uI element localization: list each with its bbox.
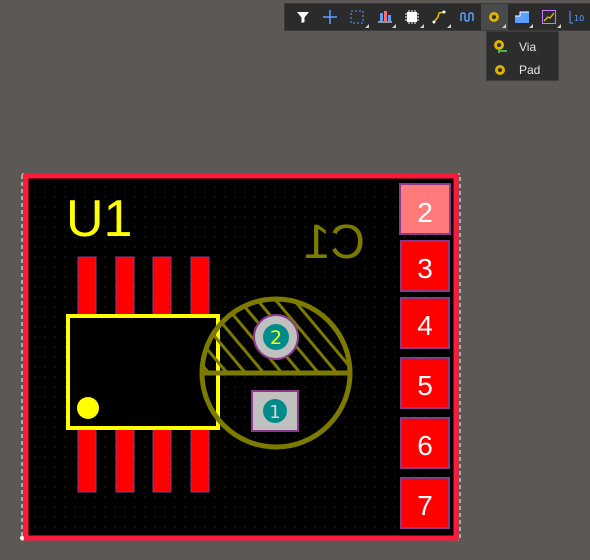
interactive-route-icon [460, 12, 474, 22]
menu-item-via-label: Via [519, 39, 537, 54]
string-button[interactable]: 10 [563, 4, 590, 30]
align-icon [377, 11, 392, 23]
pcb-toolbar: 10 [284, 3, 590, 31]
align-button[interactable] [371, 4, 398, 30]
header-pin-6[interactable]: 6 [400, 417, 450, 469]
graph-icon [541, 10, 556, 24]
pad-via-icon [489, 12, 500, 22]
c1-pad-2-label: 2 [270, 327, 282, 349]
route-button[interactable] [426, 4, 453, 30]
header-pin-5[interactable]: 5 [400, 357, 450, 409]
c1-designator[interactable]: C1 [304, 216, 365, 269]
filter-button[interactable] [289, 4, 316, 30]
menu-item-via[interactable]: Via [487, 35, 558, 58]
menu-item-pad-label: Pad [519, 62, 541, 77]
header-pin-2[interactable]: 2 [399, 183, 451, 235]
string-icon: 10 [569, 11, 584, 24]
header-pin-7[interactable]: 7 [400, 477, 450, 529]
menu-item-pad[interactable]: Pad [487, 58, 558, 81]
select-rect-icon [350, 10, 364, 24]
interactive-route-button[interactable] [453, 4, 480, 30]
pad-icon [493, 62, 511, 78]
header-pin-4[interactable]: 4 [400, 297, 450, 349]
pcb-canvas[interactable]: U1 C1 2 1 2 3 4 5 6 7 [20, 172, 462, 542]
pad-via-button[interactable] [480, 4, 508, 30]
svg-text:10: 10 [574, 14, 584, 23]
component-button[interactable] [398, 4, 425, 30]
via-icon [493, 39, 511, 55]
origin-marker [20, 536, 24, 540]
route-icon [432, 10, 446, 24]
header-pin-5-label: 5 [417, 370, 433, 401]
region-icon [514, 11, 529, 23]
header-pin-3-label: 3 [417, 253, 433, 284]
component-icon [405, 10, 420, 24]
c1-pad-1-label: 1 [269, 402, 280, 423]
graph-button[interactable] [535, 4, 562, 30]
header-pin-7-label: 7 [417, 490, 433, 521]
u1-pin1-marker [77, 397, 99, 419]
u1-designator[interactable]: U1 [66, 190, 132, 248]
place-dropdown-menu: Via Pad [486, 31, 559, 81]
header-pin-6-label: 6 [417, 430, 433, 461]
select-rect-button[interactable] [344, 4, 371, 30]
crosshair-icon [323, 10, 338, 24]
crosshair-button[interactable] [316, 4, 343, 30]
filter-icon [296, 12, 309, 23]
header-pin-3[interactable]: 3 [400, 240, 450, 292]
header-pin-2-label: 2 [417, 197, 433, 228]
header-pin-4-label: 4 [417, 310, 433, 341]
region-button[interactable] [508, 4, 535, 30]
